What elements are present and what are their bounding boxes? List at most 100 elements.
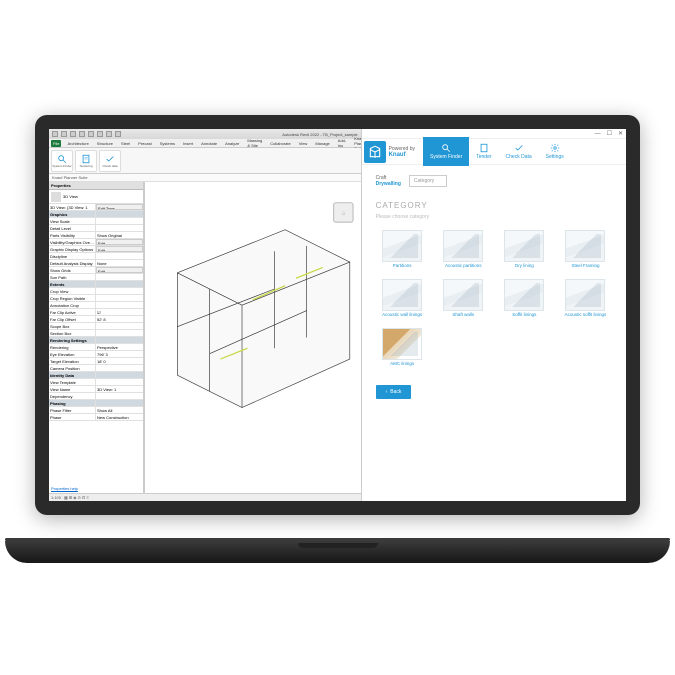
category-thumb xyxy=(443,279,483,311)
tab-annotate[interactable]: Annotate xyxy=(199,140,219,147)
cube-icon xyxy=(51,192,61,202)
tab-check-data[interactable]: Check Data xyxy=(499,137,539,166)
tab-system-finder[interactable]: System Finder xyxy=(423,137,469,166)
ribbon-label: System Finder xyxy=(52,164,71,168)
ribbon-tendering[interactable]: Tendering xyxy=(75,150,97,172)
prop-group-header: Extents xyxy=(49,281,96,287)
category-card[interactable]: AMC linings xyxy=(376,328,429,367)
ribbon-check-data[interactable]: Check data xyxy=(99,150,121,172)
properties-header: Properties xyxy=(49,182,143,190)
prop-row[interactable]: View Template xyxy=(49,379,143,386)
category-thumb xyxy=(565,230,605,262)
prop-row[interactable]: RenderingPerspective xyxy=(49,344,143,351)
knauf-logo xyxy=(364,141,386,163)
prop-group-header: Graphics xyxy=(49,211,96,217)
3d-viewport[interactable]: ⌂ xyxy=(144,182,361,493)
prop-row[interactable]: Dependency xyxy=(49,393,143,400)
category-card[interactable]: Soffit linings xyxy=(498,279,551,318)
prop-row[interactable]: Annotation Crop xyxy=(49,302,143,309)
quick-access-toolbar[interactable] xyxy=(52,131,121,137)
prop-row[interactable]: Target Elevation18' 0 xyxy=(49,358,143,365)
panel-tabs: System Finder Tender Check Data Settings xyxy=(423,137,571,166)
category-card[interactable]: Acoustic soffit linings xyxy=(559,279,612,318)
prop-row[interactable]: Default Analysis DisplayNone xyxy=(49,260,143,267)
ribbon-group-label: Knauf Planner Suite xyxy=(49,174,361,182)
prop-row[interactable]: Sun Path xyxy=(49,274,143,281)
prop-row[interactable]: Far Clip Offset52' 8 xyxy=(49,316,143,323)
prop-row[interactable]: View Scale xyxy=(49,218,143,225)
type-selector[interactable]: 3D View xyxy=(49,190,143,204)
filter-row: Craft Drywalling Category xyxy=(376,175,612,187)
statusbar-icons[interactable]: ▦ ⊞ ◈ ⊙ ⊡ ≡ xyxy=(64,495,89,500)
scale-value[interactable]: 1:100 xyxy=(51,495,61,500)
close-icon[interactable]: ✕ xyxy=(618,130,623,137)
tab-settings[interactable]: Settings xyxy=(539,137,571,166)
tab-collaborate[interactable]: Collaborate xyxy=(268,140,292,147)
panel-body: Craft Drywalling Category CATEGORY Pleas… xyxy=(362,165,626,501)
tab-architecture[interactable]: Architecture xyxy=(65,140,90,147)
category-grid: Partitions Acoustic partitions Dry lining S… xyxy=(376,230,612,367)
prop-row[interactable]: Camera Position xyxy=(49,365,143,372)
prop-row[interactable]: Discipline xyxy=(49,253,143,260)
prop-row[interactable]: Show GridsEdit... xyxy=(49,267,143,274)
prop-row[interactable]: Detail Level xyxy=(49,225,143,232)
category-thumb xyxy=(504,279,544,311)
instance-dropdown[interactable]: 3D View: {3D View: 1 xyxy=(49,204,96,210)
category-card[interactable]: Shaft walls xyxy=(437,279,490,318)
tab-structure[interactable]: Structure xyxy=(95,140,115,147)
tab-manage[interactable]: Manage xyxy=(313,140,331,147)
ribbon-system-finder[interactable]: System Finder xyxy=(51,150,73,172)
category-card[interactable]: Acoustic partitions xyxy=(437,230,490,269)
tab-file[interactable]: File xyxy=(51,140,61,147)
prop-row[interactable]: Far Clip Active☑ xyxy=(49,309,143,316)
ribbon-label: Tendering xyxy=(79,164,92,168)
edit-type-button[interactable]: Edit Type xyxy=(96,204,143,210)
tab-steel[interactable]: Steel xyxy=(119,140,132,147)
tab-insert[interactable]: Insert xyxy=(181,140,195,147)
tab-precast[interactable]: Precast xyxy=(136,140,154,147)
revit-app: Autodesk Revit 2022 - TB_Project_sample … xyxy=(49,129,361,501)
ribbon-tabs[interactable]: File Architecture Structure Steel Precas… xyxy=(49,139,361,148)
tab-analyze[interactable]: Analyze xyxy=(223,140,241,147)
prop-row[interactable]: View Name3D View: 1 xyxy=(49,386,143,393)
tab-systems[interactable]: Systems xyxy=(158,140,177,147)
category-label: AMC linings xyxy=(390,362,414,367)
status-bar: 1:100 ▦ ⊞ ◈ ⊙ ⊡ ≡ xyxy=(49,493,361,501)
prop-row[interactable]: PhaseNew Construction xyxy=(49,414,143,421)
tab-view[interactable]: View xyxy=(297,140,310,147)
prop-row[interactable]: Parts VisibilityShow Original xyxy=(49,232,143,239)
prop-row[interactable]: Crop View xyxy=(49,288,143,295)
category-dropdown[interactable]: Category xyxy=(409,175,447,187)
category-label: Dry lining xyxy=(515,264,534,269)
category-thumb xyxy=(382,328,422,360)
properties-help-link[interactable]: Properties help xyxy=(49,484,143,493)
minimize-icon[interactable]: — xyxy=(595,131,601,137)
prop-row[interactable]: Visibility/Graphics Ove…Edit... xyxy=(49,239,143,246)
maximize-icon[interactable]: ☐ xyxy=(607,130,612,137)
laptop-base xyxy=(5,541,670,563)
prop-row[interactable]: Graphic Display OptionsEdit... xyxy=(49,246,143,253)
tab-tender[interactable]: Tender xyxy=(469,137,498,166)
prop-row[interactable]: Crop Region Visible xyxy=(49,295,143,302)
category-thumb xyxy=(382,279,422,311)
category-thumb xyxy=(382,230,422,262)
category-card[interactable]: Steel Framing xyxy=(559,230,612,269)
prop-row[interactable]: Phase FilterShow All xyxy=(49,407,143,414)
category-label: Soffit linings xyxy=(512,313,536,318)
category-card[interactable]: Dry lining xyxy=(498,230,551,269)
prop-row[interactable]: Section Box xyxy=(49,330,143,337)
category-label: Partitions xyxy=(393,264,412,269)
category-label: Acoustic wall linings xyxy=(382,313,422,318)
category-thumb xyxy=(504,230,544,262)
prop-row[interactable]: Scope Box xyxy=(49,323,143,330)
category-title: CATEGORY xyxy=(376,201,612,210)
category-label: Shaft walls xyxy=(452,313,474,318)
category-subtitle: Please choose category xyxy=(376,214,612,220)
properties-palette: Properties 3D View 3D View: {3D View: 1 … xyxy=(49,182,144,493)
back-button[interactable]: ‹Back xyxy=(376,385,412,399)
window-title: Autodesk Revit 2022 - TB_Project_sample xyxy=(282,132,357,137)
category-card[interactable]: Acoustic wall linings xyxy=(376,279,429,318)
prop-row[interactable]: Eye Elevation796' 3 xyxy=(49,351,143,358)
craft-value: Drywalling xyxy=(376,181,401,187)
category-card[interactable]: Partitions xyxy=(376,230,429,269)
